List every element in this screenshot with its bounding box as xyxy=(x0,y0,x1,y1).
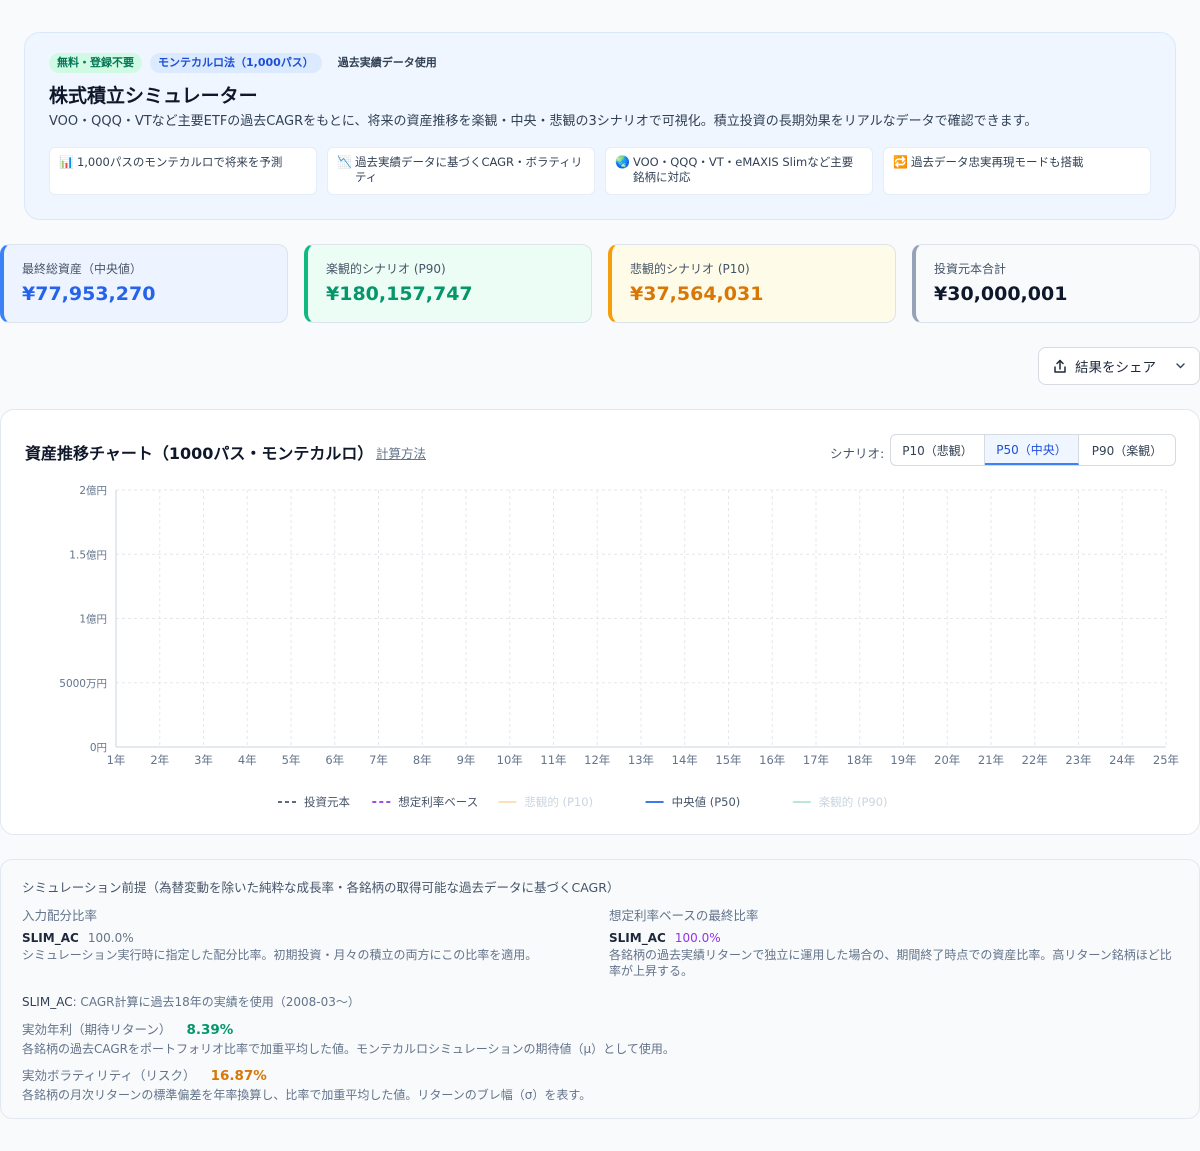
effective-return-note: 各銘柄の過去CAGRをポートフォリオ比率で加重平均した値。モンテカルロシミュレー… xyxy=(22,1042,675,1056)
stat-value: ¥180,157,747 xyxy=(326,283,473,305)
stat-label: 悲観的シナリオ (P10) xyxy=(630,262,750,276)
x-tick-label: 24年 xyxy=(1109,753,1135,767)
x-tick-label: 22年 xyxy=(1022,753,1048,767)
x-tick-label: 23年 xyxy=(1065,753,1091,767)
x-tick-label: 11年 xyxy=(540,753,566,767)
x-tick-label: 7年 xyxy=(369,753,388,767)
x-tick-label: 21年 xyxy=(978,753,1004,767)
feature-card-tickers: 🌏 VOO・QQQ・VT・eMAXIS Slimなど主要銘柄に対応 xyxy=(605,147,873,195)
allocation-percent: 100.0% xyxy=(87,931,134,945)
feature-card-replay: 🔁 過去データ忠実再現モードも搭載 xyxy=(883,147,1151,195)
stat-card-pessimistic: 悲観的シナリオ (P10) ¥37,564,031 xyxy=(608,244,896,323)
effective-volatility-row: 実効ボラティリティ（リスク） 16.87% xyxy=(22,1065,267,1084)
cagr-period-text: : CAGR計算に過去18年の実績を使用（2008-03〜） xyxy=(72,995,360,1009)
x-tick-label: 19年 xyxy=(890,753,916,767)
final-allocation-note-line1: 各銘柄の過去実績リターンで独立に運用した場合の、期間終了時点での資産比率。高リタ… xyxy=(609,948,1172,962)
y-tick-label: 1億円 xyxy=(79,613,107,626)
x-tick-label: 16年 xyxy=(759,753,785,767)
share-results-button[interactable]: 結果をシェア xyxy=(1038,347,1200,385)
final-allocation-percent: 100.0% xyxy=(674,931,721,945)
stat-label: 投資元本合計 xyxy=(934,262,1007,276)
x-tick-label: 20年 xyxy=(934,753,960,767)
x-tick-label: 8年 xyxy=(413,753,432,767)
y-tick-label: 5000万円 xyxy=(59,678,107,690)
chart-card: 資産推移チャート（1000パス・モンテカルロ） 計算方法 シナリオ: P10（悲… xyxy=(0,409,1200,835)
input-allocation-heading: 入力配分比率 xyxy=(22,908,98,923)
x-tick-label: 1年 xyxy=(107,753,126,767)
chart-down-icon: 📉 xyxy=(337,155,352,169)
feature-card-cagr: 📉 過去実績データに基づくCAGR・ボラティリティ xyxy=(327,147,595,195)
effective-volatility-note: 各銘柄の月次リターンの標準偏差を年率換算し、比率で加重平均した値。リターンのブレ… xyxy=(22,1088,592,1102)
feature-text: VOO・QQQ・VT・eMAXIS Slimなど主要銘柄に対応 xyxy=(632,155,854,184)
stat-value: ¥77,953,270 xyxy=(22,283,156,305)
input-allocation-row: SLIM_AC 100.0% xyxy=(22,927,134,946)
feature-text: 1,000パスのモンテカルロで将来を予測 xyxy=(76,155,283,169)
asset-projection-chart: 1年 2年 3年 4年 5年 6年 7年 8年 9年 10年 11年 12年 13年 14年 15年 16年 1… xyxy=(59,484,1179,809)
hero-panel: 無料・登録不要 モンテカルロ法（1,000パス） 過去実績データ使用 株式積立シ… xyxy=(24,32,1176,220)
page-title: 株式積立シミュレーター xyxy=(49,85,258,107)
free-badge: 無料・登録不要 xyxy=(49,53,142,73)
stat-card-median: 最終総資産（中央値） ¥77,953,270 xyxy=(0,244,288,323)
x-tick-label: 17年 xyxy=(803,753,829,767)
montecarlo-badge: モンテカルロ法（1,000パス） xyxy=(150,53,322,73)
final-allocation-heading: 想定利率ベースの最終比率 xyxy=(609,908,759,923)
effective-return-label: 実効年利（期待リターン） xyxy=(22,1022,172,1037)
stat-value: ¥30,000,001 xyxy=(934,283,1068,305)
stat-label: 楽観的シナリオ (P90) xyxy=(326,262,446,276)
x-tick-label: 12年 xyxy=(584,753,610,767)
x-tick-label: 10年 xyxy=(497,753,523,767)
page-description: VOO・QQQ・VTなど主要ETFの過去CAGRをもとに、将来の資産推移を楽観・… xyxy=(49,114,1038,129)
legend-item: 中央値 (P50) xyxy=(672,795,741,809)
stat-card-optimistic: 楽観的シナリオ (P90) ¥180,157,747 xyxy=(304,244,592,323)
chevron-down-icon xyxy=(1176,363,1185,369)
x-tick-label: 2年 xyxy=(150,753,169,767)
bar-chart-icon: 📊 xyxy=(59,155,74,169)
x-tick-label: 9年 xyxy=(457,753,476,767)
feature-text: 過去実績データに基づくCAGR・ボラティリティ xyxy=(354,155,583,184)
x-tick-label: 3年 xyxy=(194,753,213,767)
assumptions-title: シミュレーション前提（為替変動を除いた純粋な成長率・各銘柄の取得可能な過去データ… xyxy=(22,880,620,895)
legend-item: 想定利率ベース xyxy=(398,795,478,809)
summary-stats: 最終総資産（中央値） ¥77,953,270 楽観的シナリオ (P90) ¥18… xyxy=(0,244,1200,323)
legend-item: 悲観的 (P10) xyxy=(524,795,593,809)
effective-volatility-value: 16.87% xyxy=(210,1068,267,1084)
simulation-assumptions-panel: シミュレーション前提（為替変動を除いた純粋な成長率・各銘柄の取得可能な過去データ… xyxy=(0,859,1200,1119)
final-allocation-note-line2: 率が上昇する。 xyxy=(609,964,694,978)
feature-card-montecarlo: 📊 1,000パスのモンテカルロで将来を予測 xyxy=(49,147,317,195)
x-tick-label: 15年 xyxy=(715,753,741,767)
globe-icon: 🌏 xyxy=(615,155,630,169)
share-label: 結果をシェア xyxy=(1075,360,1156,376)
share-icon xyxy=(1054,359,1066,373)
input-allocation-note: シミュレーション実行時に指定した配分比率。初期投資・月々の積立の両方にこの比率を… xyxy=(22,948,538,962)
legend-item: 投資元本 xyxy=(304,795,350,809)
historical-data-badge: 過去実績データ使用 xyxy=(337,56,437,69)
x-tick-label: 5年 xyxy=(282,753,301,767)
effective-volatility-label: 実効ボラティリティ（リスク） xyxy=(22,1068,196,1083)
feature-list: 📊 1,000パスのモンテカルロで将来を予測 📉 過去実績データに基づくCAGR… xyxy=(49,147,1151,195)
effective-return-row: 実効年利（期待リターン） 8.39% xyxy=(22,1019,233,1038)
ticker-label: SLIM_AC xyxy=(609,931,666,945)
stat-label: 最終総資産（中央値） xyxy=(22,262,143,276)
y-tick-label: 2億円 xyxy=(79,484,107,497)
repeat-icon: 🔁 xyxy=(893,155,908,169)
feature-text: 過去データ忠実再現モードも搭載 xyxy=(910,155,1084,169)
x-tick-label: 4年 xyxy=(238,753,257,767)
cagr-period-note: SLIM_AC: CAGR計算に過去18年の実績を使用（2008-03〜） xyxy=(22,991,360,1010)
ticker-label: SLIM_AC xyxy=(22,995,73,1009)
x-tick-label: 6年 xyxy=(325,753,344,767)
y-tick-label: 1.5億円 xyxy=(69,548,107,561)
legend-item: 楽観的 (P90) xyxy=(819,795,888,809)
final-allocation-row: SLIM_AC 100.0% xyxy=(609,927,721,946)
stat-card-principal: 投資元本合計 ¥30,000,001 xyxy=(912,244,1200,323)
x-tick-label: 13年 xyxy=(628,753,654,767)
ticker-label: SLIM_AC xyxy=(22,931,79,945)
y-tick-label: 0円 xyxy=(90,742,107,754)
x-tick-label: 25年 xyxy=(1153,753,1179,767)
badge-row: 無料・登録不要 モンテカルロ法（1,000パス） 過去実績データ使用 xyxy=(49,53,1151,73)
stat-value: ¥37,564,031 xyxy=(630,283,764,305)
effective-return-value: 8.39% xyxy=(186,1022,234,1038)
x-tick-label: 18年 xyxy=(847,753,873,767)
x-tick-label: 14年 xyxy=(672,753,698,767)
